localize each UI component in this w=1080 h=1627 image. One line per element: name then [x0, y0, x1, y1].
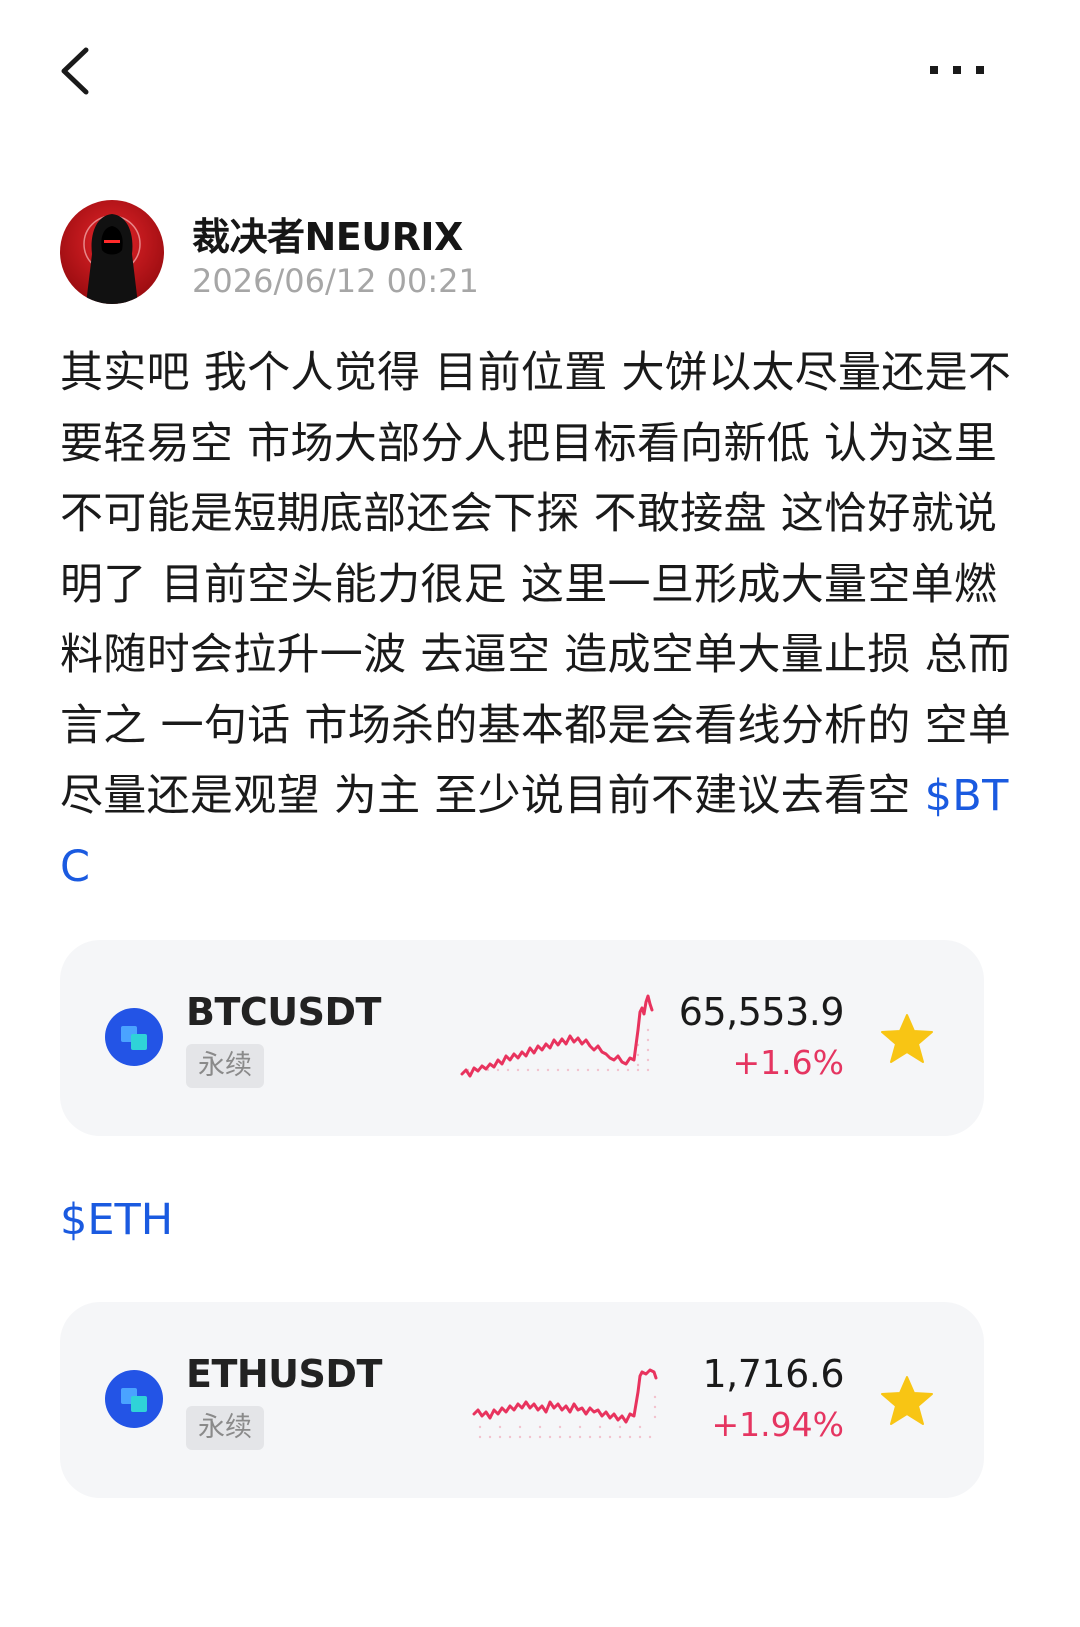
ticker-symbol: ETHUSDT [186, 1352, 382, 1396]
futures-logo-icon [105, 1370, 163, 1428]
back-button[interactable] [50, 38, 110, 104]
eth-tag-link[interactable]: $ETH [60, 1190, 173, 1250]
chevron-left-icon [61, 47, 89, 95]
price-sparkline [460, 994, 654, 1078]
favorite-star-icon[interactable] [880, 1375, 934, 1427]
ticker-card-ethusdt[interactable]: ETHUSDT 永续 1,716.6 +1.94% [60, 1302, 984, 1498]
more-horizontal-icon [930, 66, 984, 74]
price-sparkline [472, 1368, 658, 1439]
top-bar [0, 0, 1080, 140]
favorite-star-icon[interactable] [880, 1013, 934, 1065]
post-timestamp: 2026/06/12 00:21 [192, 262, 479, 300]
more-button[interactable] [930, 50, 1010, 90]
author-info: 裁决者NEURIX 2026/06/12 00:21 [60, 200, 1020, 310]
avatar[interactable] [60, 200, 164, 304]
author-name[interactable]: 裁决者NEURIX [192, 206, 463, 261]
perpetual-badge: 永续 [186, 1406, 264, 1450]
perpetual-badge: 永续 [186, 1044, 264, 1088]
ticker-card-btcusdt[interactable]: BTCUSDT 永续 65,553.9 +1.6% [60, 940, 984, 1136]
ticker-change: +1.6% [732, 1043, 845, 1082]
post-body: 其实吧 我个人觉得 目前位置 大饼以太尽量还是不要轻易空 市场大部分人把目标看向… [60, 338, 1020, 902]
ticker-symbol: BTCUSDT [186, 990, 381, 1034]
futures-logo-icon [105, 1008, 163, 1066]
ticker-price: 65,553.9 [678, 990, 845, 1034]
ticker-price: 1,716.6 [702, 1352, 844, 1396]
hooded-figure-avatar-icon [60, 200, 164, 304]
post-text: 其实吧 我个人觉得 目前位置 大饼以太尽量还是不要轻易空 市场大部分人把目标看向… [60, 348, 1012, 821]
ticker-change: +1.94% [711, 1405, 844, 1444]
